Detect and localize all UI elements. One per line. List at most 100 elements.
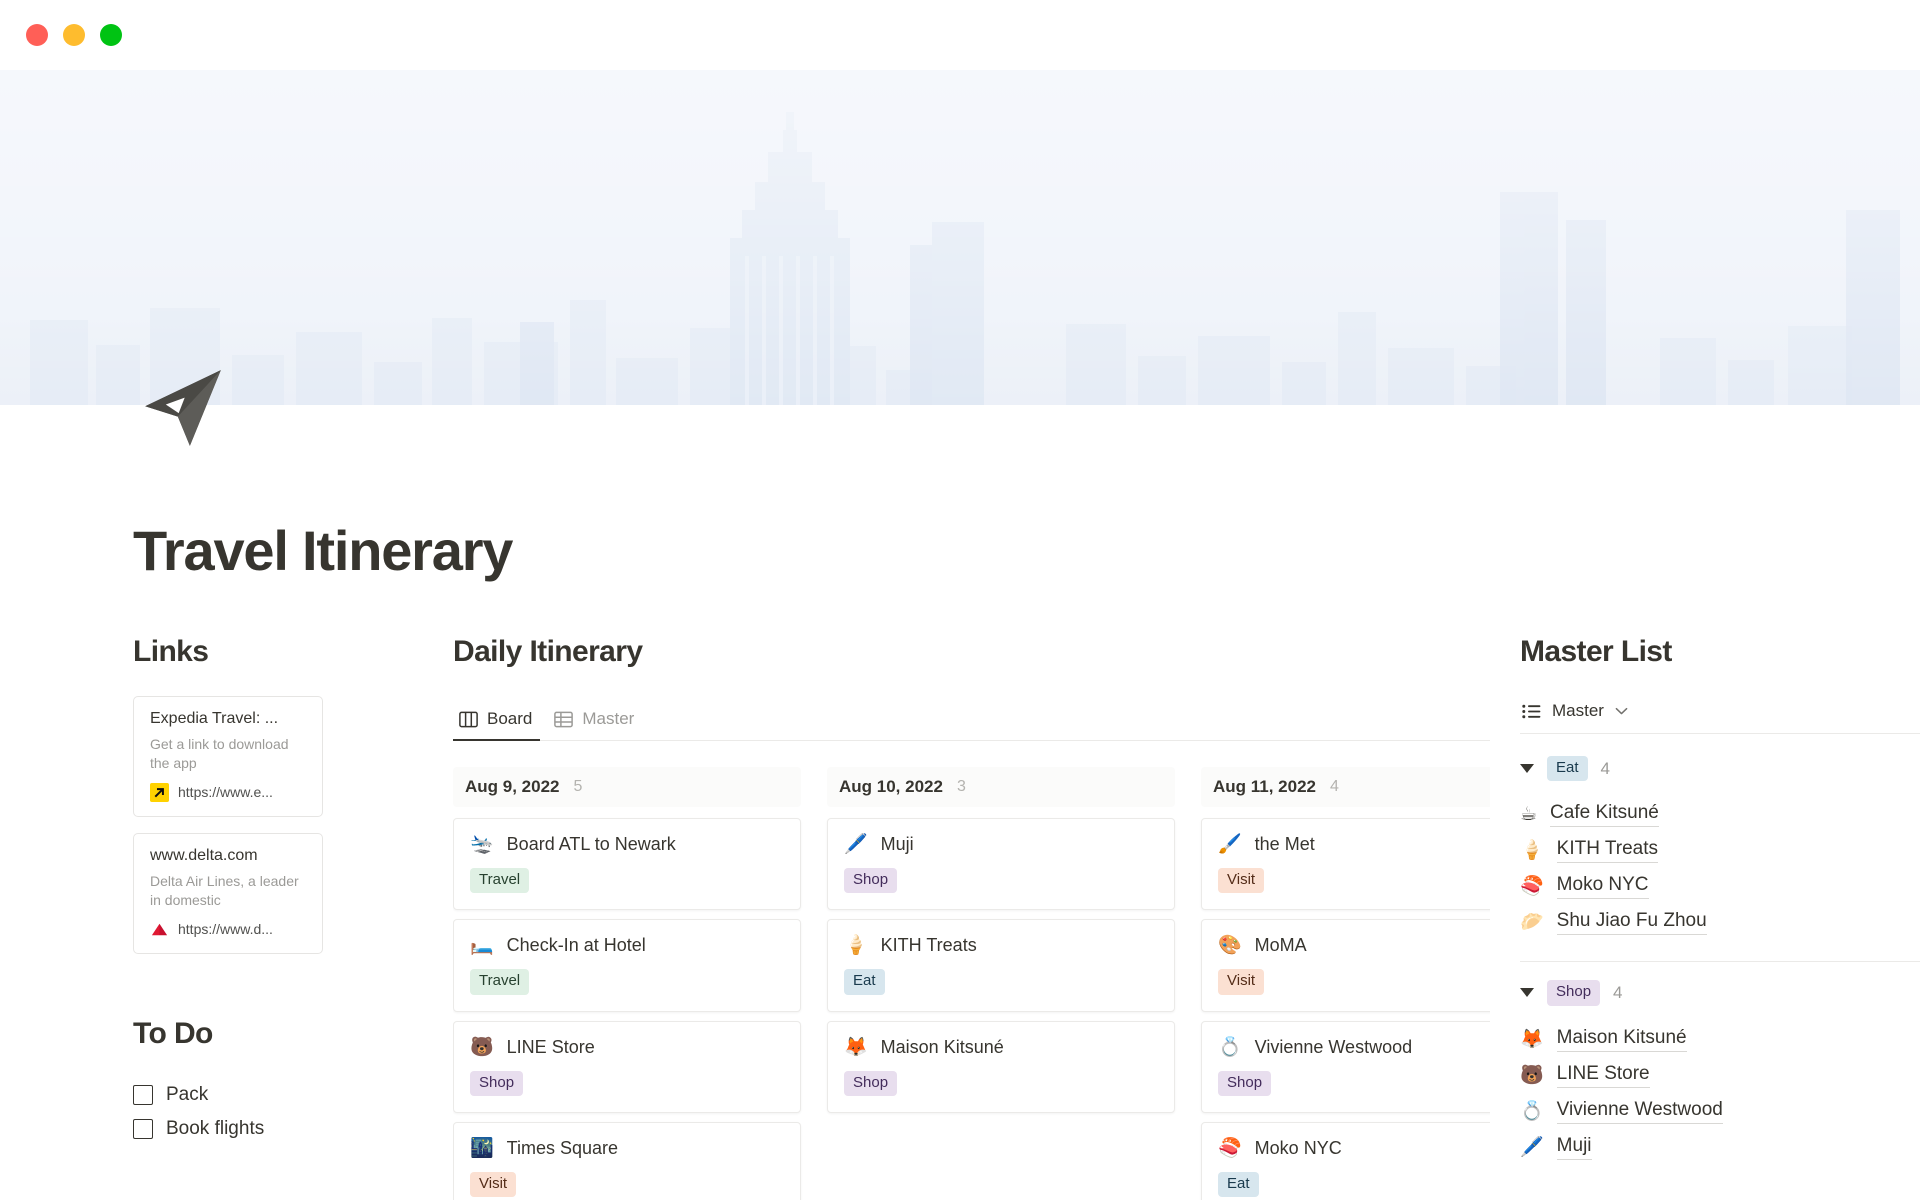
card-emoji-icon: 🍣 xyxy=(1218,1136,1242,1159)
todo-item-book-flights[interactable]: Book flights xyxy=(133,1112,395,1146)
board-card-title-row: 🐻 LINE Store xyxy=(470,1037,784,1058)
master-group-header-eat[interactable]: Eat 4 xyxy=(1520,756,1920,782)
master-list-item[interactable]: 🥟 Shu Jiao Fu Zhou xyxy=(1520,905,1920,941)
item-emoji-icon: 🍣 xyxy=(1520,875,1544,898)
master-item-label[interactable]: Shu Jiao Fu Zhou xyxy=(1556,910,1707,936)
board-card[interactable]: 💍 Vivienne Westwood Shop xyxy=(1201,1020,1490,1113)
todo-checkbox[interactable] xyxy=(133,1084,153,1105)
card-emoji-icon: 🐻 xyxy=(470,1035,494,1058)
board-column-date: Aug 9, 2022 xyxy=(465,777,560,796)
link-card-url-row[interactable]: https://www.d... xyxy=(150,920,306,939)
todo-item-pack[interactable]: Pack xyxy=(133,1078,395,1112)
master-item-label[interactable]: KITH Treats xyxy=(1556,838,1659,864)
board-card-title: Maison Kitsuné xyxy=(880,1036,1004,1057)
master-item-label[interactable]: LINE Store xyxy=(1556,1063,1650,1088)
master-list-item[interactable]: 🍦 KITH Treats xyxy=(1520,833,1920,869)
tab-board[interactable]: Board xyxy=(453,705,541,741)
master-view-selector[interactable]: Master xyxy=(1520,696,1920,734)
board-card[interactable]: 🛬 Board ATL to Newark Travel xyxy=(453,818,801,911)
master-list-item[interactable]: 🖊️ Muji xyxy=(1520,1130,1920,1166)
board-column-aug-11: Aug 11, 2022 4 🖌️ the Met Visit 🎨 MoMA V… xyxy=(1201,767,1490,1200)
board-card[interactable]: 🍦 KITH Treats Eat xyxy=(827,919,1175,1012)
link-card-url: https://www.e... xyxy=(178,784,273,801)
master-group-divider xyxy=(1520,961,1920,963)
todo-checkbox[interactable] xyxy=(133,1118,153,1139)
master-item-label[interactable]: Muji xyxy=(1556,1135,1592,1160)
board-card[interactable]: 🖌️ the Met Visit xyxy=(1201,818,1490,911)
board-card[interactable]: 🌃 Times Square Visit xyxy=(453,1121,801,1200)
board-card[interactable]: 🛏️ Check-In at Hotel Travel xyxy=(453,919,801,1012)
chevron-down-icon[interactable] xyxy=(1615,707,1628,716)
window-close-button[interactable] xyxy=(26,24,48,46)
master-item-label[interactable]: Maison Kitsuné xyxy=(1556,1027,1687,1052)
collapse-triangle-icon[interactable] xyxy=(1520,988,1534,998)
master-list-item[interactable]: 🦊 Maison Kitsuné xyxy=(1520,1022,1920,1058)
board-card-title: the Met xyxy=(1254,834,1315,854)
board-card-title: Vivienne Westwood xyxy=(1254,1036,1413,1057)
master-list-heading: Master List xyxy=(1520,635,1672,668)
card-emoji-icon: 🛬 xyxy=(470,833,494,855)
board-card-tag: Shop xyxy=(470,1070,524,1096)
window-minimize-button[interactable] xyxy=(63,24,85,46)
link-card-delta[interactable]: www.delta.com Delta Air Lines, a leader … xyxy=(133,832,323,954)
card-emoji-icon: 🌃 xyxy=(470,1136,494,1159)
board-column-count: 5 xyxy=(573,778,583,795)
expedia-icon xyxy=(150,782,169,802)
board-card-tag: Visit xyxy=(1218,868,1265,894)
board-card[interactable]: 🎨 MoMA Visit xyxy=(1201,919,1490,1012)
board-column-header[interactable]: Aug 11, 2022 4 xyxy=(1201,767,1490,807)
board-card[interactable]: 🦊 Maison Kitsuné Shop xyxy=(827,1020,1175,1113)
master-list-column: Master List Master Eat 4 ☕ Cafe Kitsuné … xyxy=(1520,634,1920,1166)
master-item-label[interactable]: Vivienne Westwood xyxy=(1556,1099,1723,1124)
window-zoom-button[interactable] xyxy=(100,24,122,46)
master-group-header-shop[interactable]: Shop 4 xyxy=(1520,980,1920,1006)
master-item-label[interactable]: Cafe Kitsuné xyxy=(1550,802,1659,828)
tab-master[interactable]: Master xyxy=(548,705,642,740)
master-group-count: 4 xyxy=(1613,982,1623,1002)
paper-plane-icon[interactable] xyxy=(140,365,226,451)
board-card[interactable]: 🖊️ Muji Shop xyxy=(827,818,1175,911)
page-cover-image[interactable] xyxy=(0,70,1920,405)
card-emoji-icon: 🖌️ xyxy=(1218,833,1242,855)
master-list-item[interactable]: ☕ Cafe Kitsuné xyxy=(1520,797,1920,833)
link-card-description: Delta Air Lines, a leader in domestic xyxy=(150,872,299,908)
board-card-title: Muji xyxy=(880,834,914,854)
link-card-description: Get a link to download the app xyxy=(150,736,289,771)
board-card-title: Moko NYC xyxy=(1254,1137,1342,1158)
board-card-title: Board ATL to Newark xyxy=(506,834,676,854)
master-view-label: Master xyxy=(1552,701,1604,720)
master-list-item[interactable]: 💍 Vivienne Westwood xyxy=(1520,1094,1920,1130)
board-card-title-row: 🎨 MoMA xyxy=(1218,935,1490,956)
board-card-title-row: 🛏️ Check-In at Hotel xyxy=(470,935,784,956)
link-card-url-row[interactable]: https://www.e... xyxy=(150,782,306,802)
board-card-title-row: 🍣 Moko NYC xyxy=(1218,1138,1490,1159)
card-emoji-icon: 🍦 xyxy=(844,934,868,957)
link-card-expedia[interactable]: Expedia Travel: ... Get a link to downlo… xyxy=(133,696,323,817)
board-card-tag: Visit xyxy=(1218,969,1265,995)
master-item-label[interactable]: Moko NYC xyxy=(1556,874,1649,900)
master-list-item[interactable]: 🍣 Moko NYC xyxy=(1520,869,1920,905)
board-card-title-row: 💍 Vivienne Westwood xyxy=(1218,1037,1490,1058)
board-column-header[interactable]: Aug 9, 2022 5 xyxy=(453,767,801,807)
board-card[interactable]: 🐻 LINE Store Shop xyxy=(453,1020,801,1113)
board-card-tag: Shop xyxy=(844,1070,898,1096)
links-heading: Links xyxy=(133,635,209,668)
page-title[interactable]: Travel Itinerary xyxy=(0,405,1920,579)
card-emoji-icon: 🦊 xyxy=(844,1035,868,1058)
board-card-title-row: 🖊️ Muji xyxy=(844,834,1158,855)
board-card-tag: Visit xyxy=(470,1171,517,1197)
list-icon xyxy=(1522,704,1541,718)
master-list-item[interactable]: 🐻 LINE Store xyxy=(1520,1058,1920,1094)
item-emoji-icon: ☕ xyxy=(1520,803,1538,826)
board-card[interactable]: 🍣 Moko NYC Eat xyxy=(1201,1121,1490,1200)
delta-icon xyxy=(151,923,168,935)
kanban-board: Aug 9, 2022 5 🛬 Board ATL to Newark Trav… xyxy=(453,767,1490,1200)
board-column-header[interactable]: Aug 10, 2022 3 xyxy=(827,767,1175,807)
links-column: Links Expedia Travel: ... Get a link to … xyxy=(133,634,395,1146)
table-icon xyxy=(554,711,574,727)
item-emoji-icon: 🖊️ xyxy=(1520,1135,1544,1158)
collapse-triangle-icon[interactable] xyxy=(1520,764,1534,774)
item-emoji-icon: 🥟 xyxy=(1520,911,1544,934)
board-card-tag: Shop xyxy=(1218,1070,1272,1096)
item-emoji-icon: 🍦 xyxy=(1520,839,1544,862)
